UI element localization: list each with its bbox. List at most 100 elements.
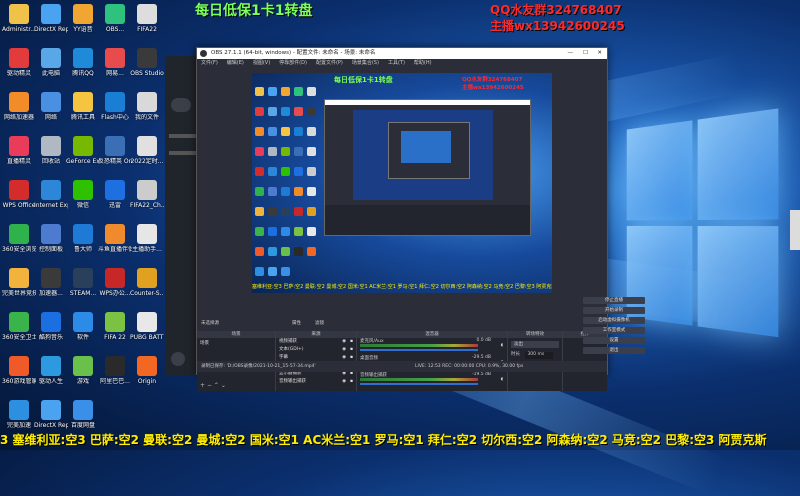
remove-scene-icon[interactable]: −: [207, 382, 212, 389]
close-icon[interactable]: ✕: [597, 48, 602, 59]
desktop-icon[interactable]: 完美世界竞技平台: [2, 268, 36, 297]
menu-item[interactable]: 工具(T): [388, 60, 405, 66]
move-up-icon[interactable]: ⌃: [214, 382, 219, 389]
eye-icon[interactable]: ◉: [342, 346, 346, 354]
desktop-icon[interactable]: Counter-S... Global Off...: [130, 268, 164, 297]
desktop-icon[interactable]: 主播助手...: [130, 224, 164, 253]
desktop-icon[interactable]: WPS Office: [2, 180, 36, 209]
desktop-icon[interactable]: Administr...: [2, 4, 36, 33]
desktop-icon[interactable]: 驱动人生: [34, 356, 68, 385]
desktop-icon[interactable]: 此电脑: [34, 48, 68, 77]
volume-slider[interactable]: [360, 349, 478, 351]
menu-item[interactable]: 场景集合(S): [352, 60, 379, 66]
desktop-icon-label: 腾讯QQ: [72, 70, 94, 77]
desktop-icon[interactable]: 2022定时...: [130, 136, 164, 165]
properties-button[interactable]: 属性: [292, 320, 301, 326]
control-button[interactable]: 启动虚拟摄像机: [583, 317, 645, 324]
volume-slider[interactable]: [360, 383, 478, 385]
desktop-icon[interactable]: 阿里巴巴...: [98, 356, 132, 385]
desktop-icon[interactable]: FIFA22_Ch... Tabloid...: [130, 180, 164, 209]
desktop-icon[interactable]: Flash中心: [98, 92, 132, 121]
desktop-icon[interactable]: 加速器...: [34, 268, 68, 297]
filters-button[interactable]: 滤镜: [315, 320, 324, 326]
desktop-icon[interactable]: 完美加速: [2, 400, 36, 429]
desktop-icon[interactable]: 360安全卫士: [2, 312, 36, 341]
desktop-icon[interactable]: 游戏: [66, 356, 100, 385]
desktop-icon[interactable]: 百度网盘: [66, 400, 100, 429]
preview-icon: [294, 167, 303, 176]
desktop-icon[interactable]: STEAM...: [66, 268, 100, 297]
obs-window[interactable]: OBS 27.1.1 (64-bit, windows) - 配置文件: 未命名…: [196, 47, 608, 391]
desktop-icon[interactable]: WPS办公...: [98, 268, 132, 297]
duration-input[interactable]: 300 ms: [525, 352, 554, 359]
desktop-icon[interactable]: FIFA22: [130, 4, 164, 33]
desktop-icon-label: 鲁大师: [73, 246, 92, 253]
desktop-icon[interactable]: 360安全浏览器: [2, 224, 36, 253]
move-down-icon[interactable]: ⌄: [221, 382, 226, 389]
desktop-icon[interactable]: 驱动精灵: [2, 48, 36, 77]
preview-icon: [268, 87, 277, 96]
app-icon: [137, 268, 157, 288]
control-button[interactable]: 开始录制: [583, 307, 645, 314]
desktop-icon[interactable]: OBS...: [98, 4, 132, 33]
lock-icon[interactable]: ▪: [350, 346, 353, 354]
source-row[interactable]: 视频捕获 ◉ ▪: [276, 338, 356, 346]
desktop-icon[interactable]: FIFA 22: [98, 312, 132, 341]
obs-titlebar[interactable]: OBS 27.1.1 (64-bit, windows) - 配置文件: 未命名…: [197, 48, 607, 59]
menu-item[interactable]: 视图(V): [253, 60, 270, 66]
speaker-icon[interactable]: ◖: [501, 343, 503, 348]
lock-icon[interactable]: ▪: [350, 378, 353, 386]
desktop-icon[interactable]: DirectX Repair v4...: [34, 400, 68, 429]
desktop-icon[interactable]: 软件: [66, 312, 100, 341]
desktop-icon[interactable]: PUBG BATTLEG...: [130, 312, 164, 341]
app-icon: [137, 136, 157, 156]
desktop-icon[interactable]: Origin: [130, 356, 164, 385]
desktop-icon[interactable]: DirectX Repair v4...: [34, 4, 68, 33]
app-icon: [137, 224, 157, 244]
menu-item[interactable]: 停靠部件(D): [279, 60, 307, 66]
desktop-icon[interactable]: Internet Explorer: [34, 180, 68, 209]
control-button[interactable]: 设置: [583, 337, 645, 344]
control-button[interactable]: 停止直播: [583, 297, 645, 304]
control-button[interactable]: 退出: [583, 347, 645, 354]
desktop-icon[interactable]: YY语音: [66, 4, 100, 33]
desktop-icon[interactable]: 我的文件: [130, 92, 164, 121]
desktop-icon[interactable]: 直播精灵: [2, 136, 36, 165]
desktop-icon-label: 反恐精英 Online: [98, 158, 132, 165]
desktop-icon[interactable]: 腾讯工具: [66, 92, 100, 121]
maximize-icon[interactable]: ☐: [583, 48, 588, 59]
app-icon: [73, 180, 93, 200]
desktop-icon[interactable]: 迅雷: [98, 180, 132, 209]
scene-item[interactable]: 场景: [197, 338, 275, 348]
lock-icon[interactable]: ▪: [350, 338, 353, 346]
preview-icon: [294, 147, 303, 156]
source-row[interactable]: 文本(GDI+) ◉ ▪: [276, 346, 356, 354]
desktop-icon[interactable]: 网易...: [98, 48, 132, 77]
desktop-icon[interactable]: 鲁大师: [66, 224, 100, 253]
desktop-icon[interactable]: 腾讯QQ: [66, 48, 100, 77]
transition-select[interactable]: 淡出: [511, 341, 559, 348]
eye-icon[interactable]: ◉: [342, 378, 346, 386]
add-scene-icon[interactable]: +: [200, 382, 205, 389]
control-button[interactable]: 工作室模式: [583, 327, 645, 334]
obs-preview[interactable]: 每日低保1卡1转盘 QQ水友群324768407 主播wx13942600245…: [252, 73, 552, 293]
desktop-icon[interactable]: GeForce Experience: [66, 136, 100, 165]
desktop-icon[interactable]: 微信: [66, 180, 100, 209]
speaker-icon[interactable]: ◖: [501, 377, 503, 382]
menu-item[interactable]: 编辑(E): [227, 60, 244, 66]
eye-icon[interactable]: ◉: [342, 338, 346, 346]
desktop-icon[interactable]: 酷狗音乐: [34, 312, 68, 341]
minimize-icon[interactable]: —: [568, 48, 574, 59]
desktop-icon[interactable]: 反恐精英 Online: [98, 136, 132, 165]
menu-item[interactable]: 配置文件(P): [316, 60, 343, 66]
desktop-icon[interactable]: 网络加速器: [2, 92, 36, 121]
desktop-icon[interactable]: 回收站: [34, 136, 68, 165]
desktop-icon[interactable]: 控制面板: [34, 224, 68, 253]
menu-item[interactable]: 文件(F): [201, 60, 218, 66]
desktop-icon[interactable]: OBS Studio: [130, 48, 164, 77]
menu-item[interactable]: 帮助(H): [414, 60, 432, 66]
desktop-icon[interactable]: 斗鱼直播伴侣: [98, 224, 132, 253]
source-row[interactable]: 音频输出捕获 ◉ ▪: [276, 378, 356, 386]
desktop-icon[interactable]: 网络: [34, 92, 68, 121]
desktop-icon[interactable]: 360游戏管家: [2, 356, 36, 385]
